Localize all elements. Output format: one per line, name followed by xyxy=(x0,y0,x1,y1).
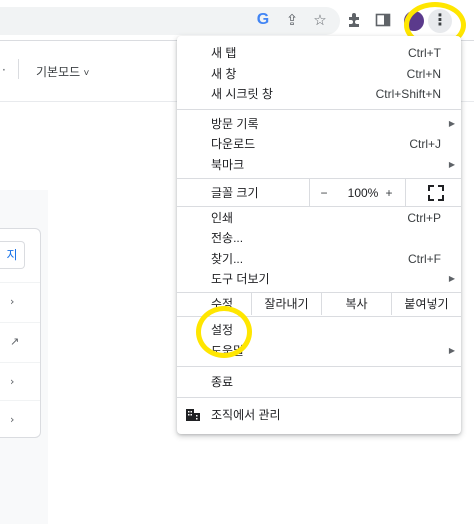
submenu-arrow-icon: ▶ xyxy=(448,119,455,128)
side-row[interactable]: › xyxy=(0,362,40,403)
browser-toolbar: G ⇪ ☆ ⋮ xyxy=(0,0,474,48)
chevron-right-icon: › xyxy=(10,413,15,426)
menu-divider xyxy=(177,109,461,110)
shortcut-text: Ctrl+F xyxy=(408,252,441,266)
menu-item-label: 인쇄 xyxy=(211,211,234,225)
shortcut-text: Ctrl+Shift+N xyxy=(375,87,441,101)
menu-item-new-tab[interactable]: 새 탭 Ctrl+T xyxy=(177,43,461,63)
side-row[interactable]: ↗ xyxy=(0,322,40,363)
submenu-arrow-icon: ▶ xyxy=(448,274,455,283)
submenu-arrow-icon: ▶ xyxy=(448,160,455,169)
menu-item-label: 도구 더보기 xyxy=(211,272,270,286)
menu-item-new-incognito[interactable]: 새 시크릿 창 Ctrl+Shift+N xyxy=(177,84,461,104)
menu-item-label: 전송... xyxy=(211,231,244,245)
menu-item-label: 새 창 xyxy=(211,67,237,81)
divider xyxy=(405,178,406,206)
menu-item-cast[interactable]: 전송... xyxy=(177,228,461,248)
star-icon[interactable]: ☆ xyxy=(309,9,331,31)
paste-button[interactable]: 붙여넣기 xyxy=(392,293,461,315)
extensions-icon[interactable] xyxy=(343,9,365,31)
menu-divider xyxy=(177,397,461,398)
menu-divider xyxy=(177,366,461,367)
menu-item-label: 북마크 xyxy=(211,158,245,172)
chrome-main-menu: 새 탭 Ctrl+T 새 창 Ctrl+N 새 시크릿 창 Ctrl+Shift… xyxy=(177,36,461,434)
side-row[interactable]: › xyxy=(0,400,40,441)
fullscreen-icon[interactable] xyxy=(424,181,448,205)
menu-divider xyxy=(177,178,461,179)
menu-item-label: 방문 기록 xyxy=(211,117,259,131)
external-link-icon: ↗ xyxy=(10,335,20,348)
menu-item-managed-by-org[interactable]: 조직에서 관리 xyxy=(177,405,461,425)
side-panel-button[interactable]: 지 xyxy=(0,241,25,269)
highlight-circle-settings xyxy=(196,306,252,358)
menu-item-downloads[interactable]: 다운로드 Ctrl+J xyxy=(177,134,461,154)
divider xyxy=(309,178,310,206)
google-g-icon[interactable]: G xyxy=(252,9,274,31)
menu-item-exit[interactable]: 종료 xyxy=(177,372,461,392)
chevron-right-icon: › xyxy=(10,375,15,388)
menu-item-history[interactable]: 방문 기록 ▶ xyxy=(177,114,461,134)
chevron-down-icon: ˅ xyxy=(83,68,90,79)
shortcut-text: Ctrl+J xyxy=(409,137,441,151)
menu-item-label: 찾기... xyxy=(211,252,244,266)
zoom-in-button[interactable]: + xyxy=(376,183,402,203)
menu-item-label: 새 시크릿 창 xyxy=(211,87,273,101)
side-panel-icon[interactable] xyxy=(372,9,394,31)
shortcut-text: Ctrl+N xyxy=(406,67,441,81)
zoom-out-button[interactable]: − xyxy=(311,183,337,203)
menu-item-print[interactable]: 인쇄 Ctrl+P xyxy=(177,208,461,228)
side-row[interactable]: › xyxy=(0,282,40,323)
mode-label: 기본모드 xyxy=(36,65,81,79)
menu-item-label: 조직에서 관리 xyxy=(211,408,281,422)
menu-item-bookmarks[interactable]: 북마크 ▶ xyxy=(177,155,461,175)
divider xyxy=(18,59,19,79)
submenu-arrow-icon: ▶ xyxy=(448,346,455,355)
mode-selector[interactable]: 기본모드 ˅ xyxy=(36,63,89,80)
copy-button[interactable]: 복사 xyxy=(322,293,392,315)
shortcut-text: Ctrl+T xyxy=(408,46,441,60)
chevron-right-icon: › xyxy=(10,295,15,308)
shortcut-text: Ctrl+P xyxy=(407,211,441,225)
page-dot: · xyxy=(2,63,6,77)
menu-item-more-tools[interactable]: 도구 더보기 ▶ xyxy=(177,269,461,289)
cut-button[interactable]: 잘라내기 xyxy=(252,293,322,315)
menu-item-new-window[interactable]: 새 창 Ctrl+N xyxy=(177,64,461,84)
menu-item-label: 종료 xyxy=(211,375,234,389)
zoom-label: 글꼴 크기 xyxy=(211,186,259,200)
menu-item-find[interactable]: 찾기... Ctrl+F xyxy=(177,249,461,269)
menu-item-label: 새 탭 xyxy=(211,46,237,60)
menu-divider xyxy=(177,206,461,207)
share-icon[interactable]: ⇪ xyxy=(281,9,303,31)
menu-item-label: 다운로드 xyxy=(211,137,256,151)
